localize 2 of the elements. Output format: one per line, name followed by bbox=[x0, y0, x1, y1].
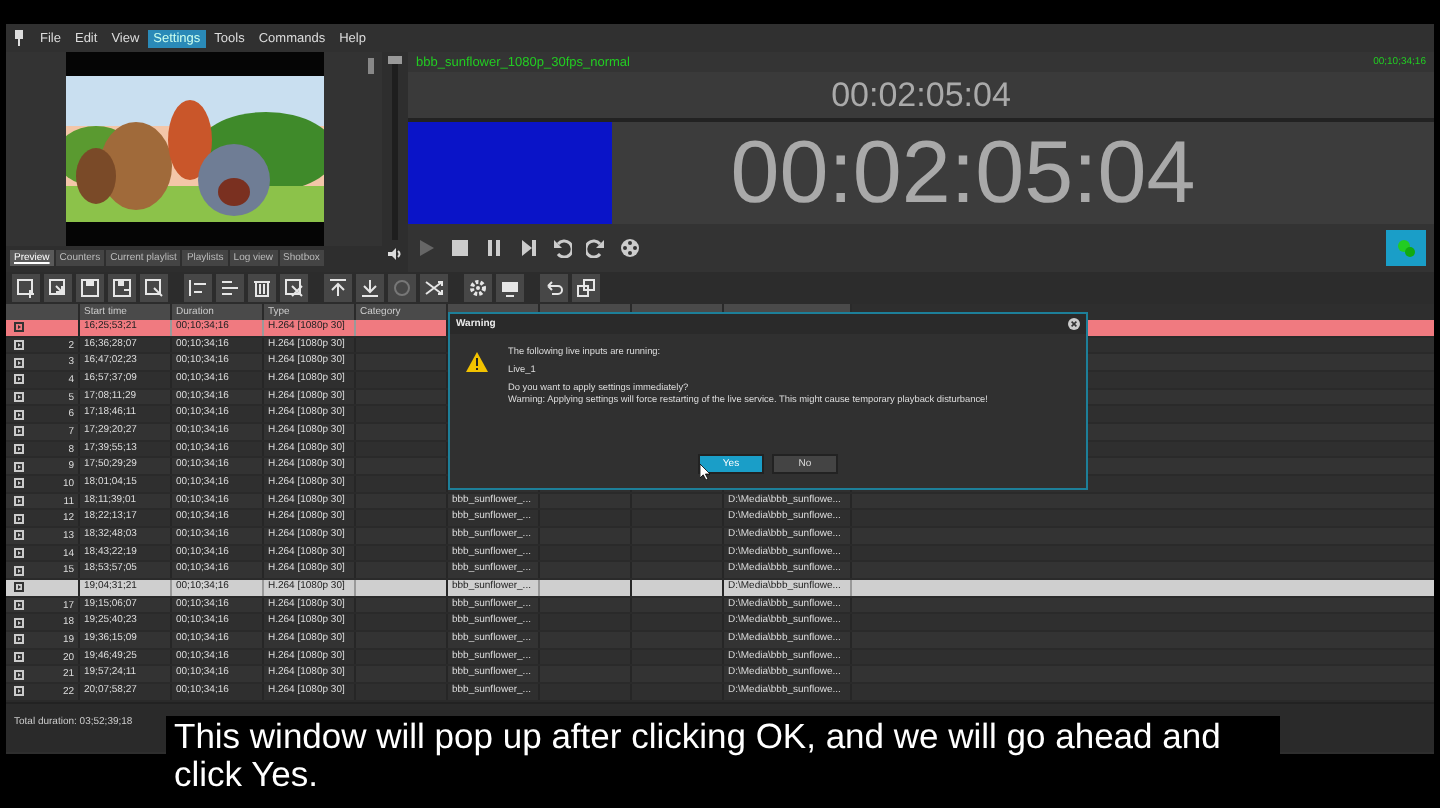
timecode: 00:02:05:04 bbox=[730, 123, 1196, 223]
timecode: 00:02:05:04 bbox=[831, 75, 1011, 115]
